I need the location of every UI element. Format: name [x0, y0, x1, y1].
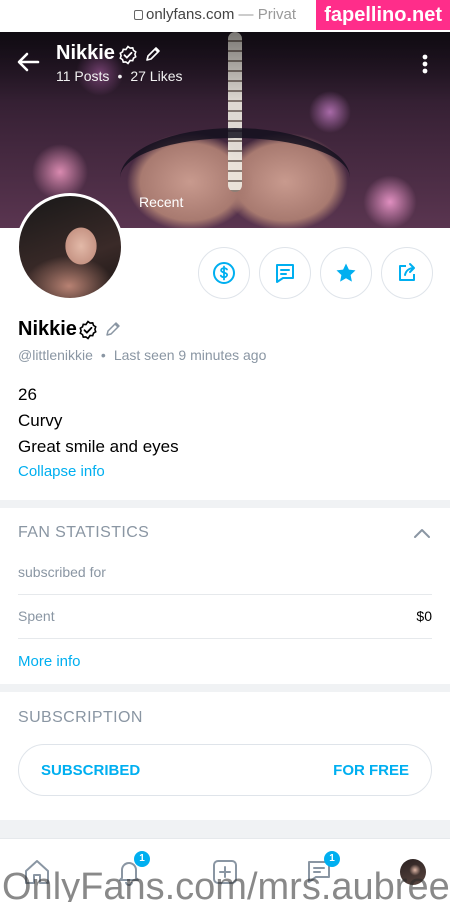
- collapse-info-link[interactable]: Collapse info: [18, 463, 105, 480]
- header-name: Nikkie: [56, 42, 115, 64]
- likes-count: 27 Likes: [130, 68, 183, 84]
- edit-pencil-icon[interactable]: [104, 320, 122, 338]
- subscription-title: SUBSCRIPTION: [18, 709, 143, 726]
- back-arrow-icon[interactable]: [14, 48, 42, 76]
- verified-icon: [119, 45, 137, 65]
- more-info-link[interactable]: More info: [18, 653, 81, 670]
- row-divider: [18, 594, 432, 595]
- home-icon[interactable]: [22, 857, 52, 887]
- url-text[interactable]: onlyfans.com — Privat: [134, 6, 296, 23]
- profile-handle: @littlenikkie: [18, 347, 93, 363]
- bio-line: Great smile and eyes: [18, 437, 179, 456]
- stats-separator: •: [117, 68, 123, 84]
- tip-button[interactable]: [198, 247, 250, 299]
- nav-avatar[interactable]: [400, 859, 426, 885]
- bottom-nav: 1 1: [0, 838, 450, 902]
- browser-url-bar[interactable]: onlyfans.com — Privat fapellino.net: [0, 0, 450, 32]
- message-icon: [276, 264, 294, 283]
- cover-recent-label: Recent: [139, 194, 184, 210]
- fan-statistics-title: FAN STATISTICS: [18, 524, 150, 541]
- spent-value: $0: [416, 608, 432, 624]
- messages-tab[interactable]: 1: [304, 851, 340, 887]
- last-seen: Last seen 9 minutes ago: [113, 347, 267, 363]
- add-post-icon[interactable]: [210, 857, 240, 887]
- section-divider: [0, 820, 450, 838]
- posts-count: 11 Posts: [56, 68, 110, 84]
- header-stats: 11 Posts • 27 Likes: [56, 68, 183, 84]
- share-button[interactable]: [381, 247, 433, 299]
- verified-icon: [79, 320, 97, 340]
- section-divider: [0, 684, 450, 692]
- profile-handle-row: @littlenikkie • Last seen 9 minutes ago: [18, 347, 266, 363]
- more-options-icon[interactable]: [414, 52, 436, 76]
- profile-bio: 26 Curvy Great smile and eyes: [18, 382, 179, 460]
- dollar-icon: [213, 262, 235, 284]
- notifications-badge: 1: [134, 851, 150, 867]
- section-divider: [0, 500, 450, 508]
- chevron-up-icon[interactable]: [412, 526, 432, 540]
- spent-label: Spent: [18, 608, 55, 624]
- subscription-price: FOR FREE: [333, 762, 409, 779]
- handle-separator: •: [100, 347, 106, 363]
- bio-line: 26: [18, 385, 37, 404]
- favorite-button[interactable]: [320, 247, 372, 299]
- cover-lace: [120, 128, 350, 228]
- message-button[interactable]: [259, 247, 311, 299]
- subscription-button[interactable]: SUBSCRIBED FOR FREE: [18, 744, 432, 796]
- lock-icon: [134, 10, 143, 20]
- row-divider: [18, 638, 432, 639]
- profile-avatar[interactable]: [16, 193, 124, 301]
- notifications-tab[interactable]: 1: [114, 851, 150, 887]
- bio-line: Curvy: [18, 411, 63, 430]
- watermark-badge: fapellino.net: [316, 0, 450, 30]
- messages-badge: 1: [324, 851, 340, 867]
- url-tail: — Privat: [238, 6, 297, 23]
- url-host: onlyfans.com: [146, 6, 235, 23]
- subscription-status: SUBSCRIBED: [41, 762, 141, 779]
- share-icon: [399, 263, 415, 281]
- subscribed-for-label: subscribed for: [18, 564, 106, 580]
- edit-pencil-icon[interactable]: [144, 45, 162, 63]
- star-icon: [336, 263, 356, 282]
- profile-name: Nikkie: [18, 318, 77, 340]
